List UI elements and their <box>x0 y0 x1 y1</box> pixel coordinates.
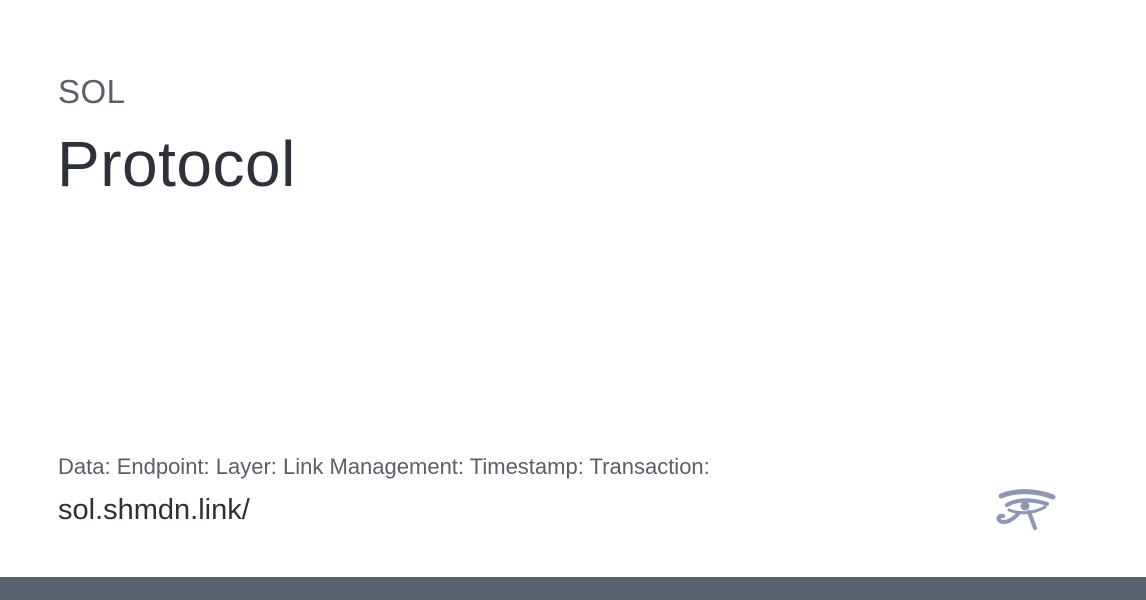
metadata-labels: Data: Endpoint: Layer: Link Management: … <box>58 454 710 479</box>
page-title: Protocol <box>57 128 296 200</box>
eye-of-horus-icon <box>996 489 1056 530</box>
link-preview-card: SOL Protocol Data: Endpoint: Layer: Link… <box>0 0 1146 600</box>
site-url[interactable]: sol.shmdn.link/ <box>58 492 250 528</box>
site-kicker: SOL <box>58 73 126 110</box>
footer-bar <box>0 577 1146 600</box>
